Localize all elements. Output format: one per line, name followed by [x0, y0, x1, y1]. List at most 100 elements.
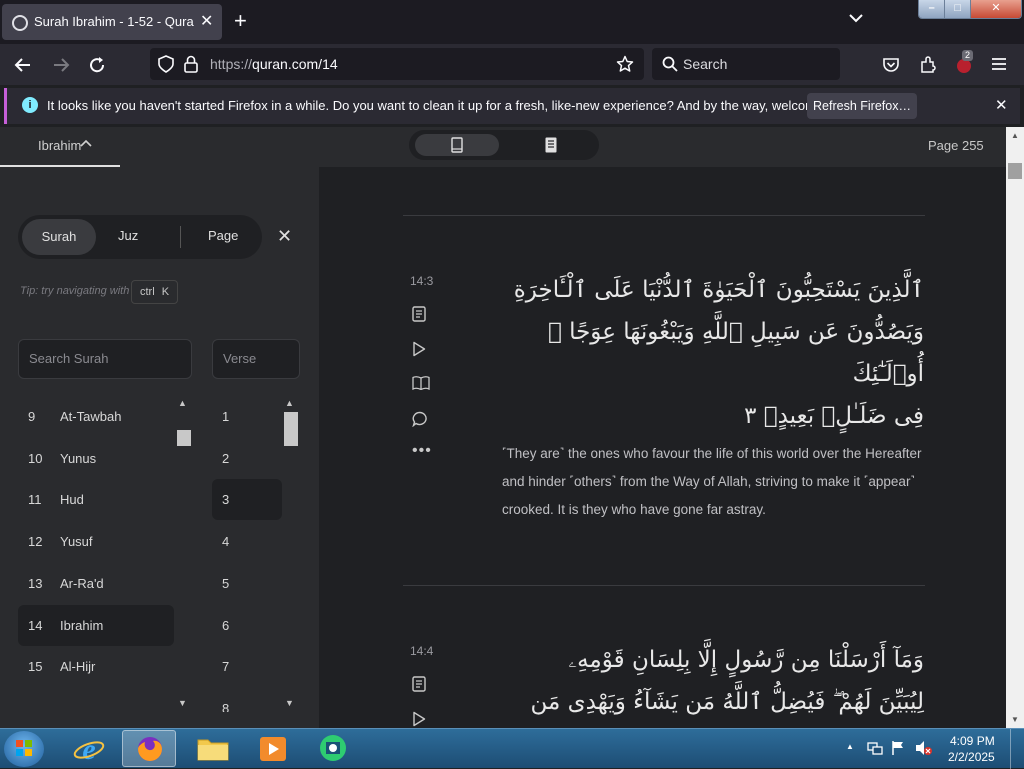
scroll-down-arrow-icon[interactable]: ▼	[178, 698, 187, 708]
scroll-thumb[interactable]	[177, 430, 191, 446]
show-hidden-icons-icon[interactable]: ▲	[846, 742, 854, 751]
close-sidebar-icon[interactable]: ✕	[277, 226, 292, 247]
play-icon[interactable]	[412, 711, 426, 727]
search-surah-input[interactable]: Search Surah	[18, 339, 192, 379]
tab-surah[interactable]: Surah	[22, 219, 96, 255]
surah-list-item[interactable]: 13 Ar-Ra'd	[18, 563, 174, 604]
page-number: Page 255	[928, 138, 984, 153]
arabic-line: فِى ضَلَـٰلٍۭ بَعِيدٍۢ ٣	[744, 403, 924, 429]
verse-list-item[interactable]: 3	[212, 479, 282, 521]
pocket-icon[interactable]	[882, 56, 900, 74]
search-bar[interactable]: Search	[652, 48, 840, 80]
close-window-button[interactable]: ✕	[970, 0, 1021, 18]
media-player-icon[interactable]	[246, 730, 300, 767]
verse-list-item[interactable]: 6	[212, 605, 282, 646]
new-tab-icon[interactable]: +	[234, 10, 247, 32]
url-bar[interactable]: https://quran.com/14	[150, 48, 644, 80]
scroll-up-arrow-icon[interactable]: ▲	[1011, 131, 1019, 140]
book-icon	[451, 137, 463, 153]
translation-icon[interactable]	[412, 306, 426, 322]
svg-text:e: e	[82, 733, 95, 766]
scroll-thumb[interactable]	[284, 412, 298, 446]
browser-tab[interactable]: Surah Ibrahim - 1-52 - Quran.com ✕	[2, 4, 222, 40]
surah-name: Yusuf	[60, 534, 93, 550]
page-scrollbar[interactable]: ▲ ▼	[1006, 127, 1024, 728]
surah-list-item[interactable]: 15 Al-Hijr	[18, 646, 174, 687]
tracking-protection-shield-icon[interactable]	[158, 55, 174, 73]
play-icon[interactable]	[412, 341, 426, 357]
tab-juz[interactable]: Juz	[118, 228, 138, 243]
verse-list-item[interactable]: 7	[212, 646, 282, 687]
surah-name: Yunus	[60, 450, 97, 466]
scroll-up-arrow-icon[interactable]: ▲	[285, 398, 294, 408]
back-icon[interactable]	[14, 56, 32, 74]
verse-divider	[403, 585, 925, 586]
verse-list-item[interactable]: 2	[212, 438, 282, 479]
tafsir-book-icon[interactable]	[412, 376, 430, 390]
arabic-verse: ٱلَّذِينَ يَسْتَحِبُّونَ ٱلْحَيَوٰةَ ٱلد…	[500, 269, 924, 437]
url-text: https://quran.com/14	[210, 56, 338, 72]
surah-number: 9	[28, 409, 36, 424]
verse-list-scrollbar[interactable]: ▲ ▼	[283, 396, 299, 712]
action-center-flag-icon[interactable]	[891, 740, 905, 756]
scroll-down-arrow-icon[interactable]: ▼	[285, 698, 294, 708]
messenger-app-icon[interactable]	[306, 730, 360, 767]
scroll-thumb[interactable]	[1008, 163, 1022, 179]
scroll-up-arrow-icon[interactable]: ▲	[178, 398, 187, 408]
surah-list: 9 At-Tawbah 10 Yunus 11 Hud 12 Yusuf 13 Ar-Ra'd 14…	[18, 396, 176, 712]
app-header: Ibrahim Page 255	[0, 127, 1006, 167]
verse-list-item[interactable]: 8	[212, 688, 282, 712]
window-controls: – □ ✕	[918, 0, 1022, 19]
verse-key[interactable]: 14:3	[410, 274, 433, 288]
lock-icon[interactable]	[184, 55, 198, 73]
reflections-comment-icon[interactable]	[412, 411, 428, 427]
forward-icon[interactable]	[52, 56, 70, 74]
firefox-icon[interactable]	[122, 730, 176, 767]
taskbar: e ▲ 4:09 PM 2/2/2025	[0, 728, 1024, 769]
surah-name: At-Tawbah	[60, 409, 122, 424]
menu-icon[interactable]	[991, 56, 1007, 72]
verse-input[interactable]: Verse	[212, 339, 300, 379]
tab-divider	[180, 226, 181, 248]
clock-time[interactable]: 4:09 PM	[950, 734, 995, 748]
network-icon[interactable]	[867, 740, 883, 756]
reading-mode-button[interactable]	[545, 137, 557, 153]
search-icon	[662, 56, 678, 72]
reload-icon[interactable]	[88, 56, 106, 74]
verse-list-item[interactable]: 4	[212, 521, 282, 562]
volume-muted-icon[interactable]	[915, 740, 933, 756]
surah-list-item[interactable]: 9 At-Tawbah	[18, 396, 174, 437]
tab-page[interactable]: Page	[208, 228, 238, 243]
translation-icon[interactable]	[412, 676, 426, 692]
surah-list-item[interactable]: 10 Yunus	[18, 438, 174, 479]
extensions-icon[interactable]	[919, 56, 937, 74]
start-button-windows-icon[interactable]	[4, 731, 44, 767]
refresh-firefox-button[interactable]: Refresh Firefox…	[807, 93, 917, 119]
surah-number: 14	[28, 617, 43, 633]
surah-list-item[interactable]: 11 Hud	[18, 479, 174, 520]
translation-mode-button[interactable]	[415, 134, 499, 156]
list-all-tabs-icon[interactable]	[849, 13, 863, 23]
chevron-up-icon[interactable]	[80, 137, 92, 151]
clock-date[interactable]: 2/2/2025	[948, 750, 995, 764]
surah-name: Ibrahim	[60, 617, 104, 633]
more-options-icon[interactable]: •••	[412, 442, 432, 460]
surah-list-scrollbar[interactable]: ▲ ▼	[176, 396, 192, 712]
minimize-button[interactable]: –	[919, 0, 945, 18]
file-explorer-folder-icon[interactable]	[186, 730, 240, 767]
bookmark-star-icon[interactable]	[616, 55, 634, 73]
surah-selector[interactable]: Ibrahim	[38, 138, 81, 153]
info-icon: i	[22, 97, 38, 113]
maximize-button[interactable]: □	[944, 0, 970, 18]
internet-explorer-icon[interactable]: e	[62, 730, 116, 767]
surah-list-item[interactable]: 12 Yusuf	[18, 521, 174, 562]
verse-key[interactable]: 14:4	[410, 644, 433, 658]
tab-close-icon[interactable]: ✕	[200, 14, 213, 30]
close-notification-icon[interactable]: ✕	[995, 96, 1008, 114]
surah-list-item[interactable]: 14 Ibrahim	[18, 604, 174, 646]
verse-list-item[interactable]: 1	[212, 396, 282, 437]
quran-favicon-icon	[12, 15, 28, 31]
verse-list-item[interactable]: 5	[212, 563, 282, 604]
scroll-down-arrow-icon[interactable]: ▼	[1011, 715, 1019, 724]
show-desktop-button[interactable]	[1010, 729, 1024, 769]
